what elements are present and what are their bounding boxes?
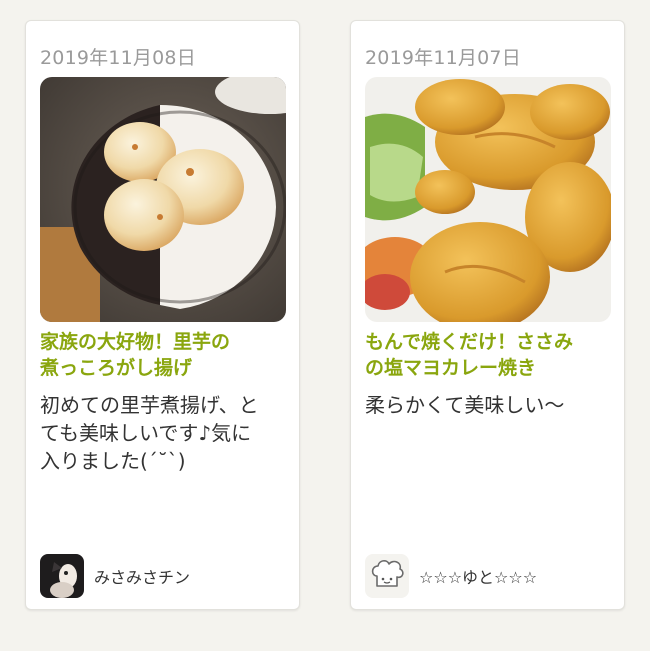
report-photo[interactable] xyxy=(365,77,611,322)
author-avatar[interactable] xyxy=(40,554,84,598)
report-card[interactable]: 2019年11月07日 もんで焼くだけ！ささみ の塩マヨカレー焼き 柔らかくて美… xyxy=(350,20,625,610)
user-photo-avatar-icon xyxy=(40,554,84,598)
curry-chicken-photo-icon xyxy=(365,77,611,322)
report-date: 2019年11月08日 xyxy=(40,47,196,69)
recipe-title-line: もんで焼くだけ！ささみ xyxy=(365,331,574,353)
report-comment: 初めての里芋煮揚げ、と ても美味しいです♪気に 入りました(´˘`) xyxy=(40,391,290,475)
recipe-title-line: の塩マヨカレー焼き xyxy=(365,357,537,379)
comment-line: ても美味しいです♪気に xyxy=(40,421,252,445)
report-comment: 柔らかくて美味しい〜 xyxy=(365,391,615,419)
author-avatar[interactable] xyxy=(365,554,409,598)
comment-line: 初めての里芋煮揚げ、と xyxy=(40,393,259,417)
recipe-title-line: 家族の大好物！里芋の xyxy=(40,331,231,353)
report-card-list: 2019年11月08日 家族の大好物！里芋の 煮っころがし揚げ 初めての里芋煮揚… xyxy=(0,0,650,651)
comment-line: 入りました(´˘`) xyxy=(40,449,186,473)
report-date: 2019年11月07日 xyxy=(365,47,521,69)
report-photo[interactable] xyxy=(40,77,286,322)
fried-taro-photo-icon xyxy=(40,77,286,322)
recipe-title[interactable]: もんで焼くだけ！ささみ の塩マヨカレー焼き xyxy=(365,329,615,381)
report-card[interactable]: 2019年11月08日 家族の大好物！里芋の 煮っころがし揚げ 初めての里芋煮揚… xyxy=(25,20,300,610)
report-author[interactable]: ☆☆☆ゆと☆☆☆ xyxy=(365,554,537,598)
author-name[interactable]: みさみさチン xyxy=(94,564,190,588)
chef-hat-default-avatar-icon xyxy=(365,554,409,598)
recipe-title-line: 煮っころがし揚げ xyxy=(40,357,193,379)
recipe-title[interactable]: 家族の大好物！里芋の 煮っころがし揚げ xyxy=(40,329,290,381)
author-name[interactable]: ☆☆☆ゆと☆☆☆ xyxy=(419,564,537,588)
comment-line: 柔らかくて美味しい〜 xyxy=(365,393,565,417)
report-author[interactable]: みさみさチン xyxy=(40,554,190,598)
